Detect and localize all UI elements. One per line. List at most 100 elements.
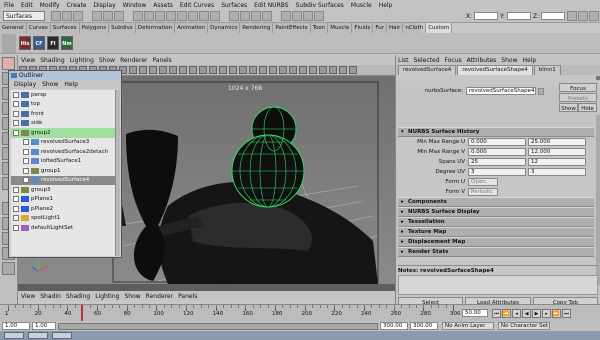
expand-toggle-icon[interactable] — [23, 177, 29, 184]
menu-create[interactable]: Create — [67, 2, 87, 9]
shelf-tab-ncloth[interactable]: nCloth — [403, 23, 427, 33]
outliner-item[interactable]: front — [11, 109, 119, 119]
shelf-tab-custom[interactable]: Custom — [426, 23, 453, 33]
outliner-item[interactable]: side — [11, 119, 119, 129]
expand-toggle-icon[interactable] — [13, 110, 19, 117]
viewport-tool-icon[interactable] — [139, 66, 147, 74]
attr-field-b[interactable]: 12.000 — [528, 148, 586, 156]
show-button[interactable]: Show — [559, 103, 578, 112]
bottom-panel-menu-lighting[interactable]: Lighting — [95, 293, 119, 300]
viewport-tool-icon[interactable] — [269, 66, 277, 74]
viewport-tool-icon[interactable] — [219, 66, 227, 74]
outliner-menu-display[interactable]: Display — [14, 81, 36, 88]
history-shelf-icon[interactable]: His — [19, 36, 31, 50]
current-frame-field[interactable]: 50.00 — [462, 309, 488, 317]
bottom-panel-menu-renderer[interactable]: Renderer — [146, 293, 173, 300]
expand-toggle-icon[interactable] — [23, 148, 29, 155]
nurbs-surface-history-header[interactable]: NURBS Surface History — [398, 127, 594, 137]
ae-menu-show[interactable]: Show — [501, 57, 517, 64]
expand-toggle-icon[interactable] — [13, 129, 19, 136]
expand-toggle-icon[interactable] — [23, 158, 29, 165]
expand-toggle-icon[interactable] — [13, 196, 19, 203]
node-name-field[interactable]: revolvedSurfaceShape4 — [466, 87, 536, 95]
playback-start-field[interactable]: 1.00 — [32, 322, 56, 330]
menu-help[interactable]: Help — [379, 2, 393, 9]
viewport-tool-icon[interactable] — [239, 66, 247, 74]
viewport-tool-icon[interactable] — [329, 66, 337, 74]
play-forward-icon[interactable]: ▶ — [532, 309, 541, 318]
viewport-tool-icon[interactable] — [289, 66, 297, 74]
save-scene-icon[interactable] — [73, 11, 83, 21]
viewport-tool-icon[interactable] — [259, 66, 267, 74]
menu-edit-curves[interactable]: Edit Curves — [180, 2, 214, 9]
shelf-tab-dynamics[interactable]: Dynamics — [208, 23, 241, 33]
outliner-scrollbar[interactable] — [115, 90, 120, 256]
toggle-panel-icon-3[interactable] — [589, 11, 599, 21]
viewport-tool-icon[interactable] — [299, 66, 307, 74]
bottom-panel-menu-show[interactable]: Show — [124, 293, 140, 300]
ae-tab-revolvedsurface4[interactable]: revolvedSurface4 — [398, 64, 457, 76]
ae-scrollbar[interactable] — [596, 115, 600, 285]
viewport-tool-icon[interactable] — [129, 66, 137, 74]
mask-icon-4[interactable] — [166, 11, 176, 21]
graph-layout-icon[interactable] — [2, 262, 15, 275]
outliner-item[interactable]: loftedSurface1 — [11, 157, 119, 167]
end-time-field[interactable]: 300.00 — [410, 322, 438, 330]
expand-toggle-icon[interactable] — [13, 205, 19, 212]
bottom-panel-menu-view[interactable]: View — [21, 293, 35, 300]
mask-icon-3[interactable] — [155, 11, 165, 21]
ae-menu-attributes[interactable]: Attributes — [467, 57, 497, 64]
expand-toggle-icon[interactable] — [13, 120, 19, 127]
expand-toggle-icon[interactable] — [13, 91, 19, 98]
shelf-tab-rendering[interactable]: Rendering — [240, 23, 274, 33]
select-hierarchy-icon[interactable] — [92, 11, 102, 21]
section-texture-map-header[interactable]: Texture Map — [398, 227, 594, 237]
focus-button[interactable]: Focus — [559, 83, 597, 92]
open-scene-icon[interactable] — [62, 11, 72, 21]
render-settings-icon[interactable] — [314, 11, 324, 21]
bottom-panel-menu-panels[interactable]: Panels — [178, 293, 197, 300]
render-icon[interactable] — [292, 11, 302, 21]
outliner-item[interactable]: group1 — [11, 166, 119, 176]
ae-menu-selected[interactable]: Selected — [414, 57, 440, 64]
outliner-menu-show[interactable]: Show — [42, 81, 58, 88]
outliner-item[interactable]: group2 — [11, 128, 119, 138]
bottom-panel-menu-shading[interactable]: Shading — [66, 293, 90, 300]
outliner-item[interactable]: pPlane2 — [11, 204, 119, 214]
viewport-tool-icon[interactable] — [159, 66, 167, 74]
expand-toggle-icon[interactable] — [13, 215, 19, 222]
outliner-item[interactable]: persp — [11, 90, 119, 100]
step-forward-key-icon[interactable]: ⏩ — [552, 309, 561, 318]
play-backward-icon[interactable]: ◀ — [522, 309, 531, 318]
section-components-header[interactable]: Components — [398, 197, 594, 207]
viewport-menu-lighting[interactable]: Lighting — [70, 57, 94, 64]
shelf-tab-hair[interactable]: Hair — [387, 23, 404, 33]
panel-separator[interactable] — [18, 284, 395, 291]
ipr-icon[interactable] — [303, 11, 313, 21]
ae-menu-help[interactable]: Help — [522, 57, 536, 64]
expand-toggle-icon[interactable] — [13, 101, 19, 108]
viewport-menu-shading[interactable]: Shading — [40, 57, 64, 64]
menu-display[interactable]: Display — [94, 2, 116, 9]
menu-muscle[interactable]: Muscle — [351, 2, 372, 9]
viewport-tool-icon[interactable] — [249, 66, 257, 74]
snap-grid-icon[interactable] — [229, 11, 239, 21]
form-v-dropdown[interactable]: Periodic — [468, 188, 498, 196]
attr-field-a[interactable]: 25 — [468, 158, 526, 166]
viewport-tool-icon[interactable] — [169, 66, 177, 74]
menu-window[interactable]: Window — [123, 2, 147, 9]
shelf-tab-deformation[interactable]: Deformation — [136, 23, 176, 33]
viewport-menu-renderer[interactable]: Renderer — [120, 57, 147, 64]
attr-field-a[interactable]: 0.000 — [468, 148, 526, 156]
center-pivot-icon[interactable]: CF — [33, 36, 45, 50]
viewport-tool-icon[interactable] — [309, 66, 317, 74]
ae-menu-focus[interactable]: Focus — [445, 57, 462, 64]
form-u-dropdown[interactable]: Open — [468, 178, 498, 186]
y-field[interactable] — [506, 12, 531, 20]
mask-icon-2[interactable] — [144, 11, 154, 21]
x-field[interactable] — [473, 12, 498, 20]
normals-icon[interactable]: Nm — [61, 36, 73, 50]
mode-dropdown[interactable]: Surfaces — [3, 11, 45, 21]
go-to-end-icon[interactable]: ⏭ — [562, 309, 571, 318]
outliner-item[interactable]: spotLight1 — [11, 214, 119, 224]
